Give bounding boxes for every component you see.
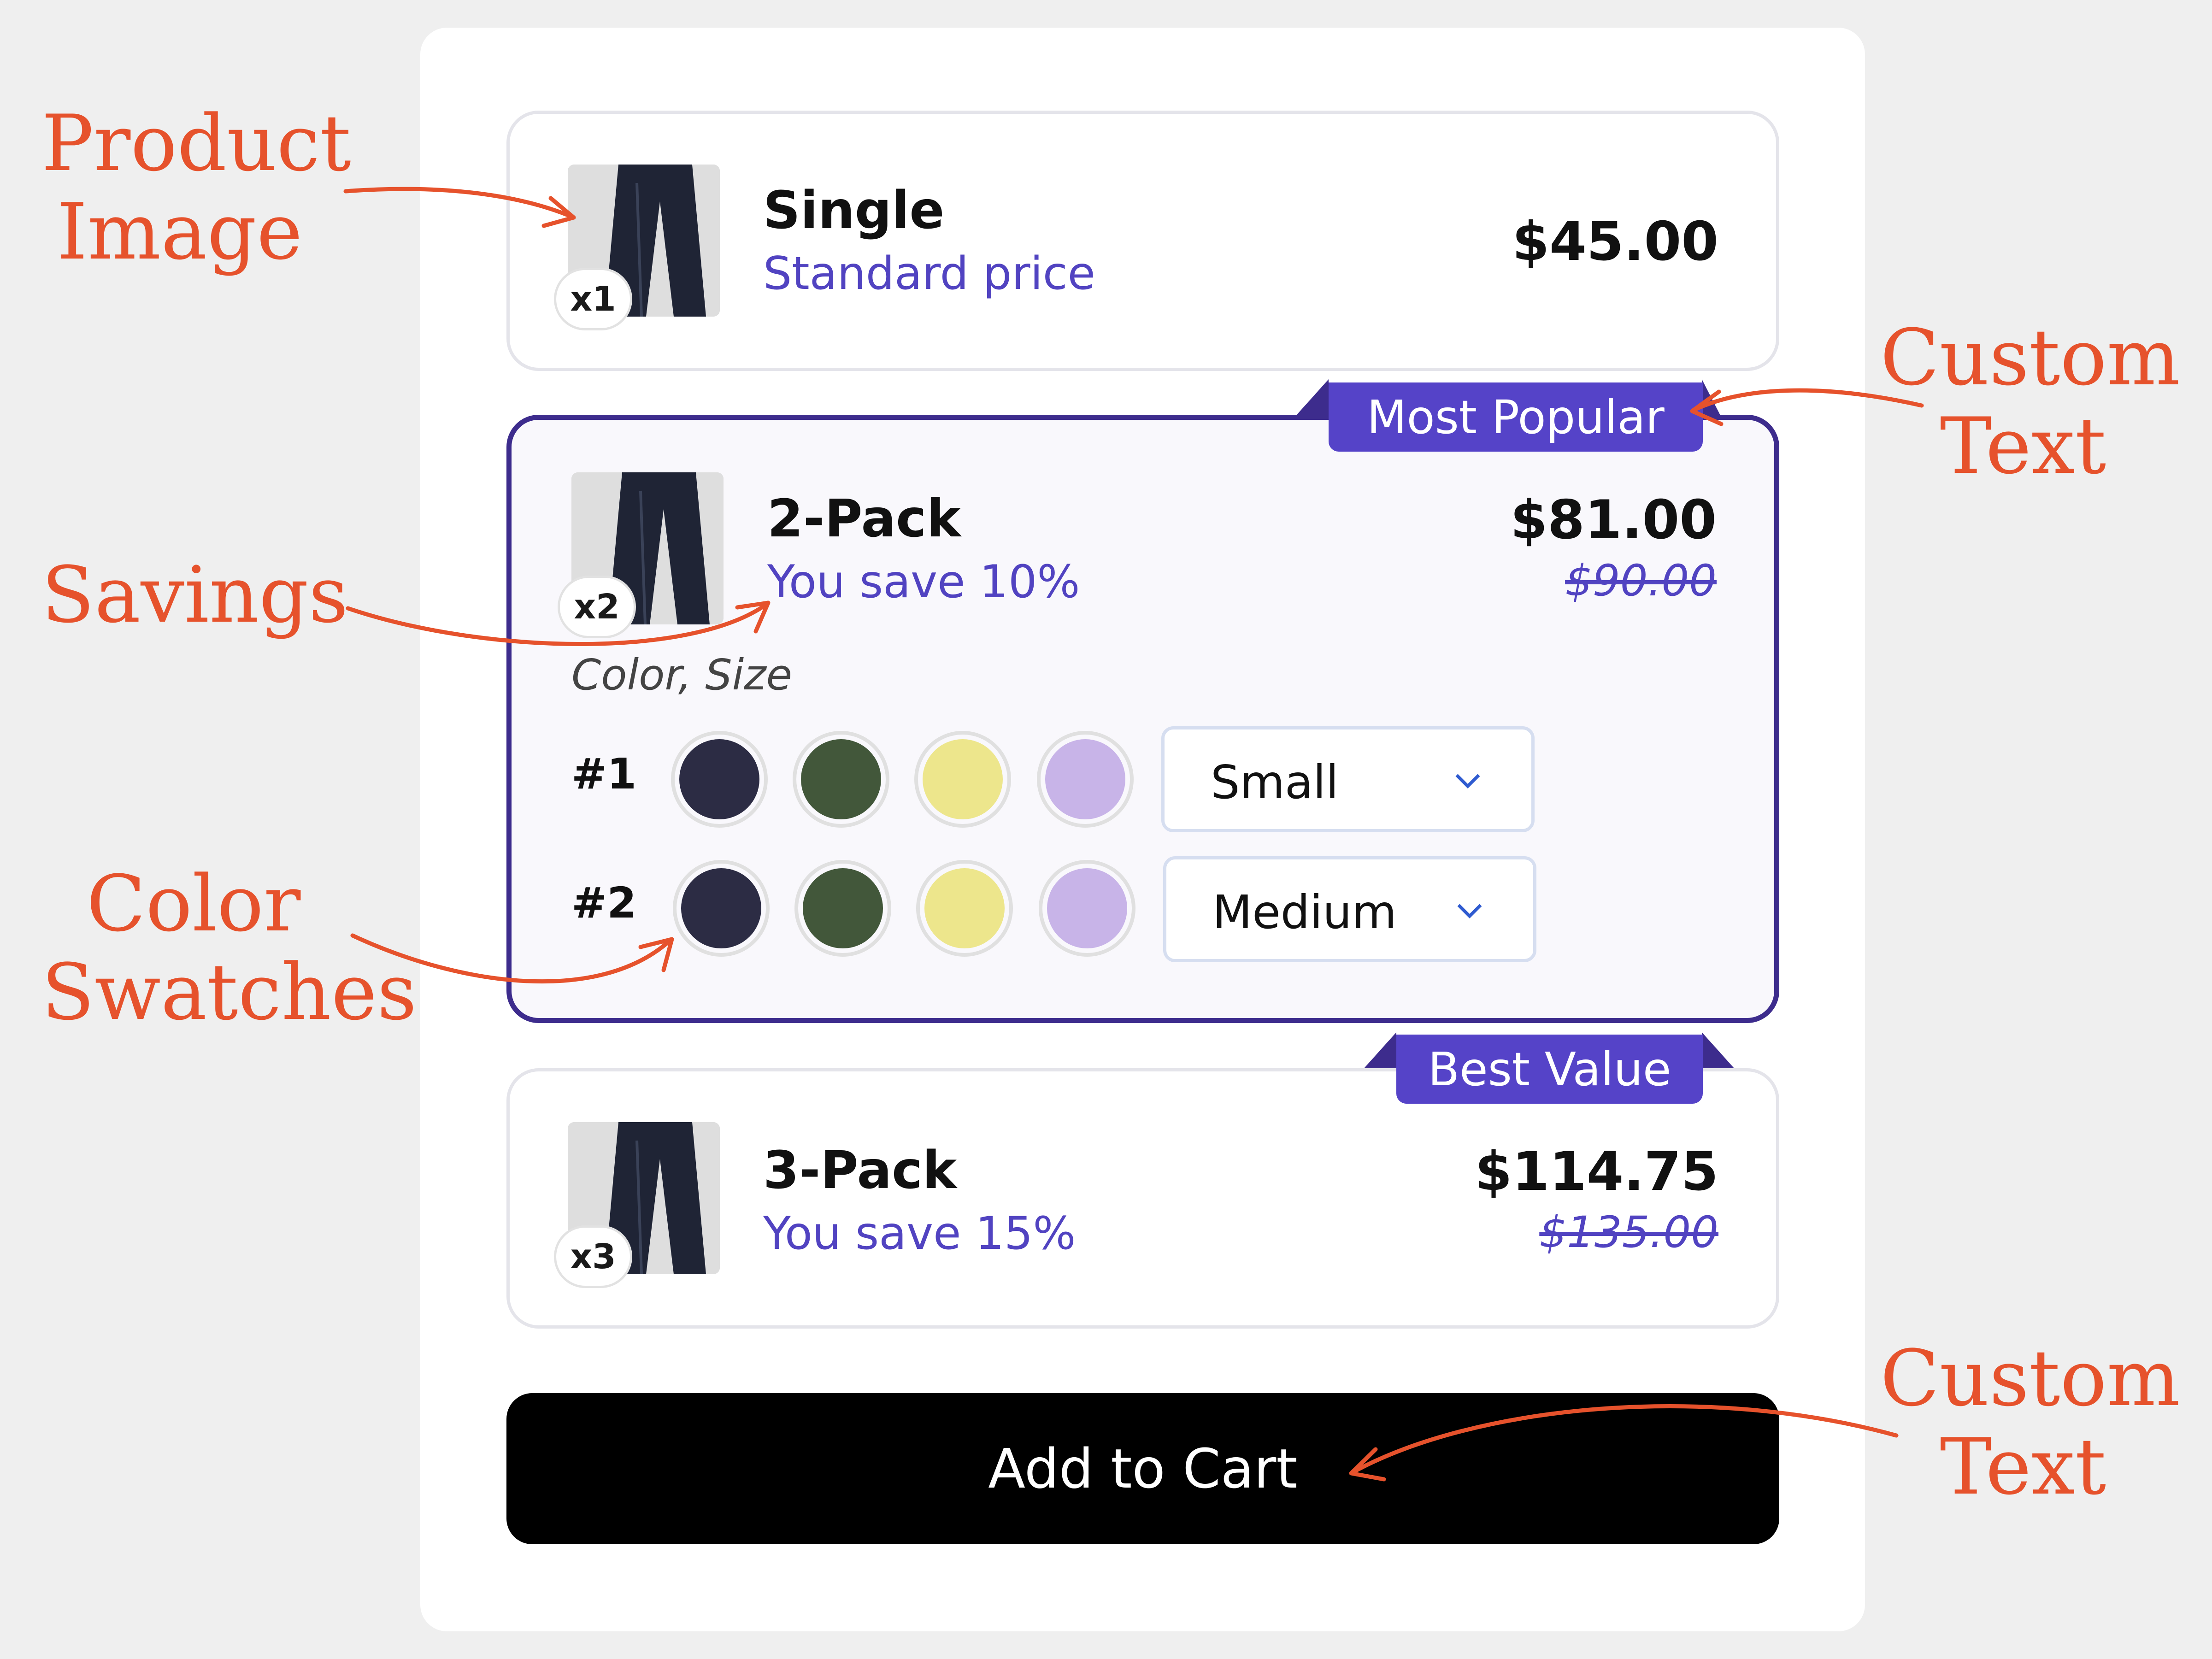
annotation-text: Product	[41, 98, 351, 188]
bundle-price: $114.75	[1475, 1141, 1718, 1203]
product-image: x1	[554, 165, 720, 330]
badge-fold	[1702, 379, 1720, 415]
bundle-price: $81.00	[1510, 489, 1717, 551]
savings-text: You save 15%	[763, 1207, 1076, 1260]
bundle-option-3-pack[interactable]: x3 3-Pack You save 15% $114.75 $135.00	[506, 1068, 1779, 1329]
badge-fold	[1702, 1032, 1734, 1068]
options-label: Color, Size	[571, 650, 793, 700]
size-select-value: Small	[1211, 755, 1339, 809]
quantity-badge: x3	[554, 1225, 632, 1288]
product-image: x2	[558, 472, 724, 638]
swatch-yellow[interactable]	[916, 860, 1013, 957]
bundle-title: 2-Pack	[767, 489, 961, 549]
swatch-green[interactable]	[793, 731, 889, 828]
product-image: x3	[554, 1122, 720, 1288]
bundle-title: 3-Pack	[763, 1141, 957, 1200]
variant-label: #2	[571, 878, 637, 928]
bundle-option-2-pack[interactable]: x2 2-Pack You save 10% $81.00 $90.00 Col…	[506, 415, 1779, 1023]
original-price: $90.00	[1565, 556, 1717, 606]
annotation-custom-text-bottom: Custom Text	[1880, 1333, 2180, 1512]
annotation-custom-text-top: Custom Text	[1880, 312, 2180, 491]
badge-fold	[1364, 1032, 1396, 1068]
badge-fold	[1296, 379, 1329, 415]
original-price: $135.00	[1539, 1207, 1718, 1258]
bundle-price: $45.00	[1512, 211, 1718, 273]
annotation-product-image: Product Image	[41, 98, 351, 277]
annotation-color-swatches: Color Swatches	[41, 859, 417, 1037]
swatch-navy[interactable]	[671, 731, 768, 828]
annotation-savings: Savings	[41, 550, 348, 640]
bundle-subtitle: Standard price	[763, 247, 1095, 300]
annotation-text: Text	[1940, 401, 2106, 491]
variant-label: #1	[571, 749, 637, 799]
swatch-lavender[interactable]	[1037, 731, 1134, 828]
swatch-green[interactable]	[794, 860, 891, 957]
swatch-navy[interactable]	[673, 860, 770, 957]
swatch-yellow[interactable]	[914, 731, 1011, 828]
annotation-text: Custom	[1880, 312, 2180, 403]
size-select-2[interactable]: Medium	[1163, 856, 1536, 962]
annotation-text: Custom	[1880, 1333, 2180, 1424]
bundle-option-single[interactable]: x1 Single Standard price $45.00	[506, 111, 1779, 371]
best-value-badge: Best Value	[1396, 1035, 1703, 1104]
savings-text: You save 10%	[767, 556, 1080, 608]
annotation-text: Color	[86, 859, 301, 949]
most-popular-badge: Most Popular	[1329, 382, 1703, 452]
bundle-title: Single	[763, 181, 945, 241]
annotation-text: Text	[1940, 1422, 2106, 1512]
chevron-down-icon	[1455, 774, 1480, 788]
chevron-down-icon	[1457, 904, 1482, 918]
quantity-badge: x1	[554, 268, 632, 330]
size-select-value: Medium	[1212, 885, 1397, 939]
annotation-text: Savings	[41, 550, 348, 640]
annotation-text: Swatches	[41, 947, 417, 1037]
size-select-1[interactable]: Small	[1161, 726, 1535, 832]
quantity-badge: x2	[558, 576, 636, 638]
add-to-cart-button[interactable]: Add to Cart	[506, 1393, 1779, 1544]
swatch-lavender[interactable]	[1039, 860, 1135, 957]
annotation-text: Image	[57, 187, 303, 277]
